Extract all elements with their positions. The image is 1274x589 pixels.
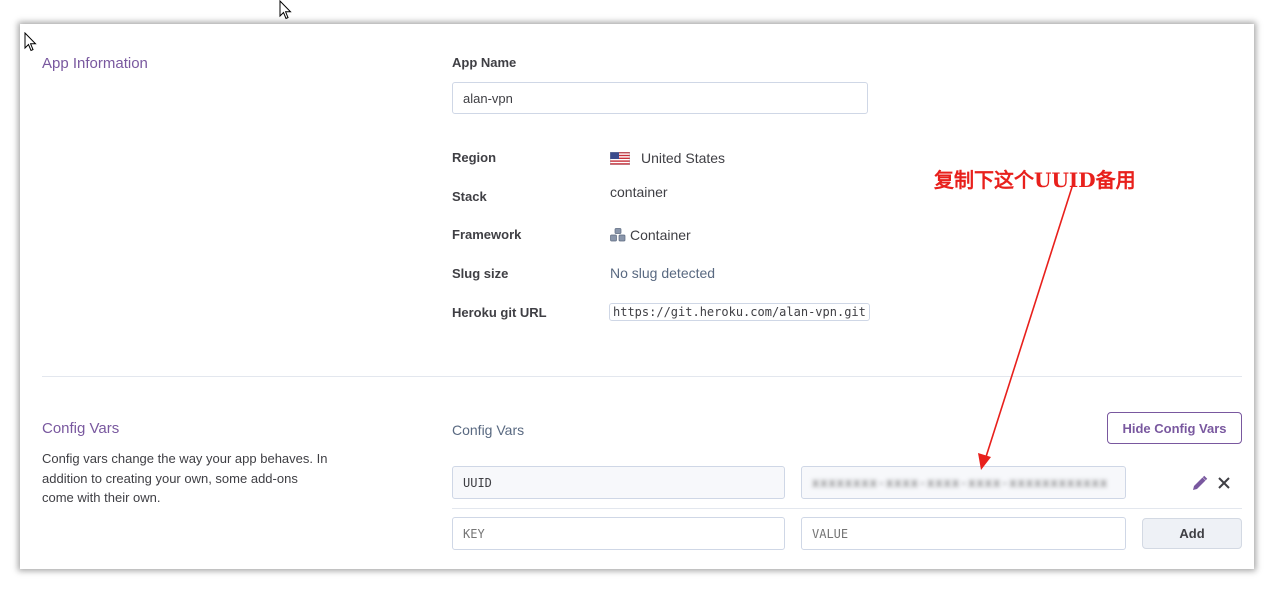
settings-panel: App Information App Name alan-vpn Region…	[20, 24, 1254, 569]
cursor-arrow-icon	[24, 32, 37, 52]
cursor-arrow-icon	[279, 0, 292, 20]
annotation-arrow	[978, 183, 1074, 470]
